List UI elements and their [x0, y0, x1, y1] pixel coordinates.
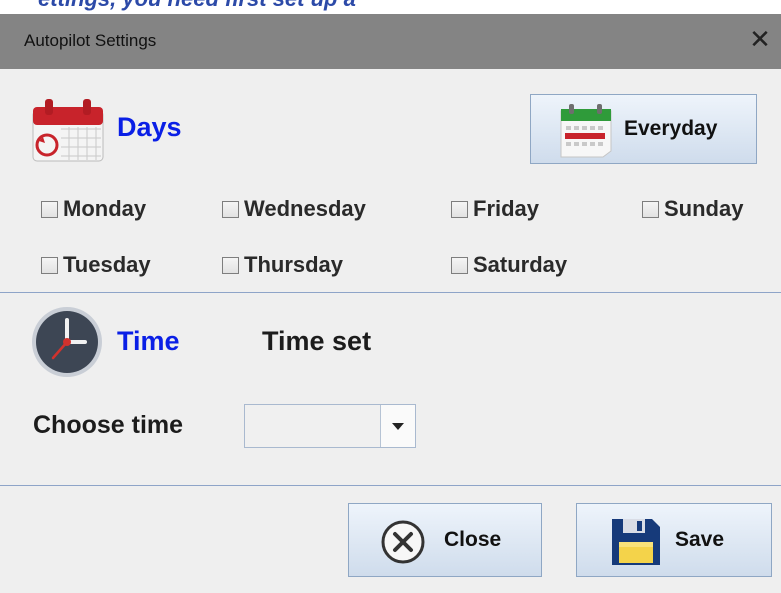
checkbox-box[interactable] [642, 200, 659, 218]
checkbox-label: Tuesday [63, 252, 151, 277]
save-button[interactable]: Save [576, 503, 772, 577]
choose-time-label: Choose time [33, 411, 184, 439]
checkbox-label: Thursday [244, 252, 344, 277]
dropdown-arrow-icon[interactable] [380, 405, 415, 447]
save-button-label: Save [675, 528, 725, 551]
section-divider [0, 485, 781, 486]
checkbox-box[interactable] [41, 200, 58, 218]
close-circle-icon [381, 520, 425, 564]
checkbox-thursday[interactable]: Thursday [222, 252, 343, 278]
checkbox-box[interactable] [451, 256, 468, 274]
checkbox-sunday[interactable]: Sunday [642, 196, 743, 222]
background-page-strip: ettings, you need first set up a [0, 0, 781, 14]
checkbox-label: Sunday [664, 196, 744, 221]
everyday-button-label: Everyday [624, 117, 718, 140]
window-close-button[interactable]: ✕ [745, 24, 775, 54]
section-divider [0, 292, 781, 293]
checkbox-label: Saturday [473, 252, 568, 277]
days-section-label: Days [117, 112, 182, 142]
checkbox-label: Wednesday [244, 196, 366, 221]
floppy-disk-icon [612, 519, 660, 565]
checkbox-label: Monday [63, 196, 147, 221]
checkbox-friday[interactable]: Friday [451, 196, 539, 222]
close-button-label: Close [444, 528, 502, 551]
checkbox-tuesday[interactable]: Tuesday [41, 252, 151, 278]
checkbox-box[interactable] [222, 256, 239, 274]
checkbox-wednesday[interactable]: Wednesday [222, 196, 366, 222]
close-button[interactable]: Close [348, 503, 542, 577]
window-title: Autopilot Settings [24, 31, 157, 50]
checkbox-box[interactable] [451, 200, 468, 218]
checkbox-saturday[interactable]: Saturday [451, 252, 567, 278]
checkbox-box[interactable] [222, 200, 239, 218]
everyday-button[interactable]: Everyday [530, 94, 757, 164]
checkbox-monday[interactable]: Monday [41, 196, 146, 222]
checkbox-label: Friday [473, 196, 540, 221]
title-bar: Autopilot Settings ✕ [0, 14, 781, 69]
choose-time-value[interactable] [245, 405, 381, 447]
calendar-icon [32, 99, 104, 162]
clock-icon [32, 307, 102, 377]
checkbox-box[interactable] [41, 256, 58, 274]
choose-time-dropdown[interactable] [244, 404, 416, 448]
time-set-label: Time set [262, 326, 372, 356]
calendar-grid-icon [560, 104, 612, 158]
time-section-label: Time [117, 326, 180, 356]
background-page-text: ettings, you need first set up a [38, 0, 356, 12]
